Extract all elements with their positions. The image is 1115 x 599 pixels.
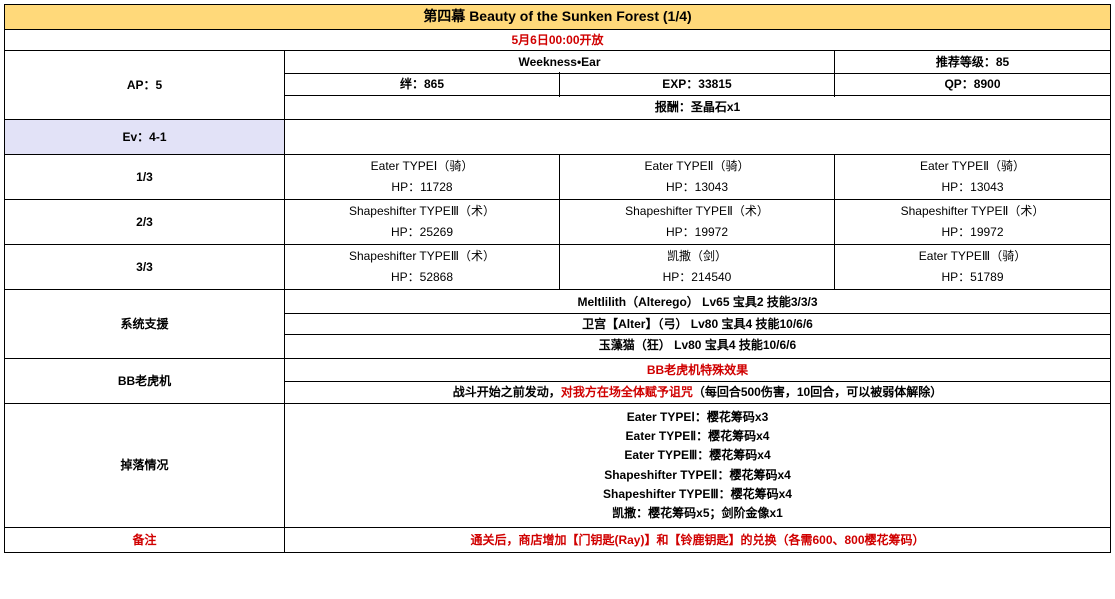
wave-2-enemy-2: Shapeshifter TYPEⅡ（术） HP：19972 (560, 200, 835, 244)
bb-slot-content: BB老虎机特殊效果 战斗开始之前发动，对我方在场全体赋予诅咒（每回合500伤害，… (285, 359, 1110, 403)
wave-2-enemy-3: Shapeshifter TYPEⅡ（术） HP：19972 (835, 200, 1110, 244)
wave-3-enemy-2: 凯撒（剑） HP：214540 (560, 245, 835, 289)
bb-slot-label: BB老虎机 (5, 359, 285, 403)
wave-2-enemy-1: Shapeshifter TYPEⅢ（术） HP：25269 (285, 200, 560, 244)
wave-3-enemy-3: Eater TYPEⅢ（骑） HP：51789 (835, 245, 1110, 289)
wave-2-label: 2/3 (5, 200, 285, 244)
schedule-table: 第四幕 Beauty of the Sunken Forest (1/4) 5月… (4, 4, 1111, 553)
exp-value: EXP：33815 (560, 72, 835, 97)
reward-value: 报酬：圣晶石x1 (285, 95, 1110, 120)
ev-empty (285, 120, 1110, 154)
wave-3-enemy-1: Shapeshifter TYPEⅢ（术） HP：52868 (285, 245, 560, 289)
support-list: Meltlilith（Alterego） Lv65 宝具2 技能3/3/3 卫宫… (285, 290, 1110, 358)
wave-1-enemy-3: Eater TYPEⅡ（骑） HP：13043 (835, 155, 1110, 199)
remark-label: 备注 (5, 528, 285, 552)
ev-label: Ev：4-1 (5, 120, 285, 154)
wave-1-enemy-1: Eater TYPEⅠ（骑） HP：11728 (285, 155, 560, 199)
section-title: 第四幕 Beauty of the Sunken Forest (1/4) (5, 5, 1110, 29)
wave-1-label: 1/3 (5, 155, 285, 199)
drops-list: Eater TYPEⅠ：樱花筹码x3 Eater TYPEⅡ：樱花筹码x4 Ea… (285, 404, 1110, 527)
wave-1-enemy-2: Eater TYPEⅡ（骑） HP：13043 (560, 155, 835, 199)
qp-value: QP：8900 (835, 72, 1110, 97)
bond-value: 绊：865 (285, 72, 560, 97)
open-date: 5月6日00:00开放 (5, 30, 1110, 50)
wave-3-label: 3/3 (5, 245, 285, 289)
drops-label: 掉落情况 (5, 404, 285, 527)
remark-text: 通关后，商店增加【门钥匙(Ray)】和【铃鹿钥匙】的兑换（各需600、800樱花… (285, 528, 1110, 552)
ap-label: AP：5 (5, 51, 285, 119)
support-label: 系统支援 (5, 290, 285, 358)
